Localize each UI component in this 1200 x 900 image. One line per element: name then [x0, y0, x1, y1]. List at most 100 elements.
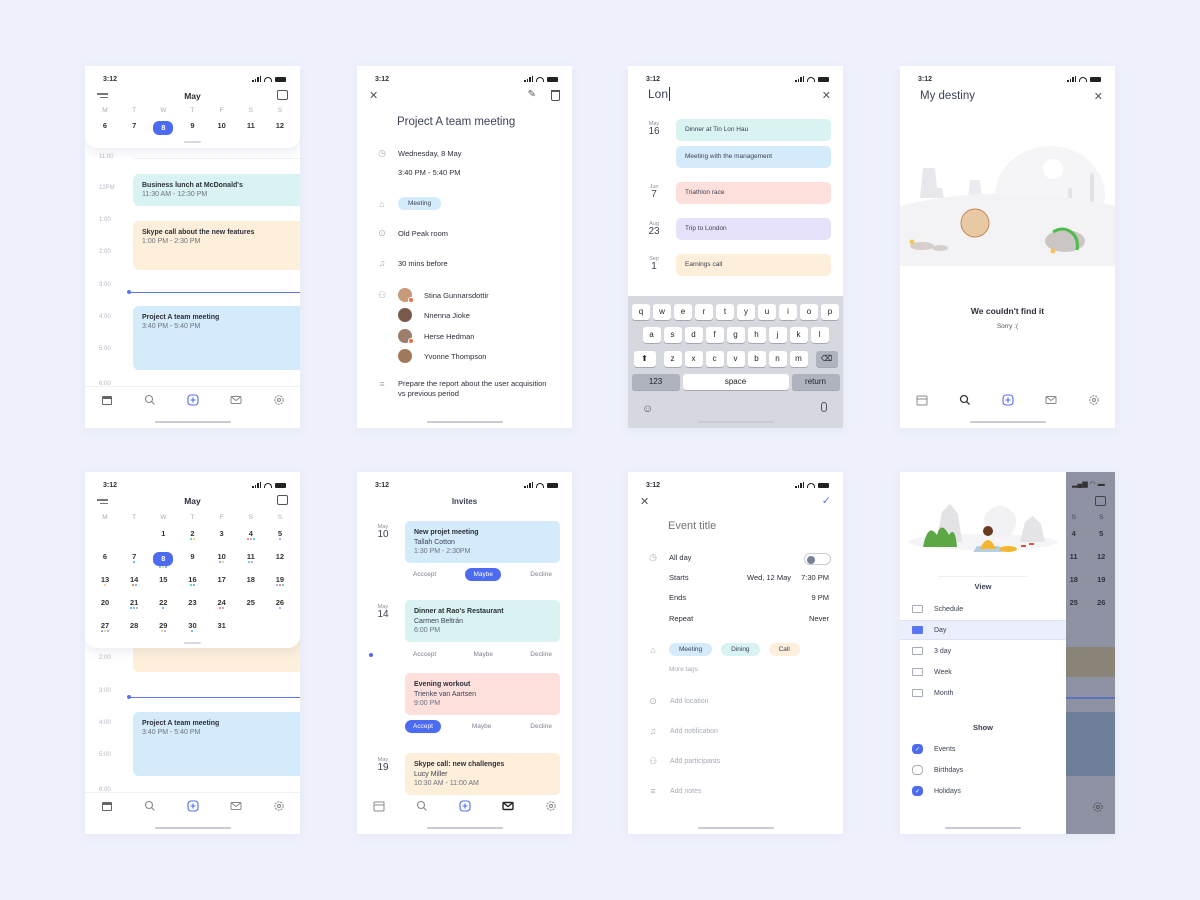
- add-icon[interactable]: [458, 800, 471, 813]
- day-cell[interactable]: 20: [95, 598, 115, 621]
- add-icon[interactable]: [186, 394, 199, 407]
- filter-birthdays[interactable]: Birthdays: [900, 760, 1066, 780]
- view-option-schedule[interactable]: Schedule: [900, 599, 1066, 619]
- key-f[interactable]: f: [705, 327, 724, 343]
- starts-time[interactable]: 7:30 PM: [801, 573, 829, 582]
- day-cell[interactable]: 11: [241, 121, 261, 135]
- day-cell[interactable]: 8: [153, 552, 174, 575]
- event-card[interactable]: Business lunch at McDonald's 11:30 AM - 1…: [133, 174, 300, 206]
- day-cell[interactable]: 10: [212, 552, 232, 575]
- emoji-icon[interactable]: ☺: [642, 403, 653, 415]
- view-option-day[interactable]: Day: [900, 620, 1066, 640]
- mail-icon[interactable]: [229, 800, 242, 813]
- checkbox-checked[interactable]: ✓: [912, 786, 923, 796]
- key-v[interactable]: v: [726, 351, 745, 367]
- add-notification[interactable]: Add notification: [670, 728, 718, 735]
- search-input[interactable]: My destiny: [920, 90, 975, 102]
- search-icon[interactable]: [958, 394, 971, 407]
- calendar-icon[interactable]: [100, 800, 113, 813]
- day-cell[interactable]: 18: [241, 575, 261, 598]
- delete-icon[interactable]: [551, 90, 560, 101]
- key-q[interactable]: q: [632, 304, 650, 320]
- key-m[interactable]: m: [789, 351, 808, 367]
- view-option-month[interactable]: Month: [900, 683, 1066, 703]
- accept-button[interactable]: Accept: [405, 720, 441, 733]
- settings-icon[interactable]: [272, 800, 285, 813]
- key-return[interactable]: return: [791, 374, 840, 390]
- search-icon[interactable]: [143, 800, 156, 813]
- day-cell[interactable]: 22: [153, 598, 173, 621]
- search-result[interactable]: Earnings call: [676, 254, 831, 276]
- day-cell[interactable]: 7: [124, 552, 144, 575]
- today-calendar-icon[interactable]: [277, 90, 288, 100]
- key-p[interactable]: p: [821, 304, 839, 320]
- microphone-icon[interactable]: [821, 402, 827, 412]
- mail-icon[interactable]: [1044, 394, 1057, 407]
- calendar-icon[interactable]: [100, 394, 113, 407]
- dimmed-calendar-backdrop[interactable]: ▂▄▆ ◠ ▬ S S 4 5 11 12 18 19 25 26: [1066, 472, 1115, 834]
- key-i[interactable]: i: [779, 304, 797, 320]
- close-icon[interactable]: ✕: [1094, 90, 1103, 103]
- day-cell[interactable]: 27: [95, 621, 115, 644]
- key-g[interactable]: g: [726, 327, 745, 343]
- calendar-icon[interactable]: [372, 800, 385, 813]
- day-cell[interactable]: 29: [153, 621, 173, 644]
- day-cell[interactable]: 28: [124, 621, 144, 644]
- day-cell[interactable]: 5: [270, 529, 290, 552]
- key-s[interactable]: s: [663, 327, 682, 343]
- settings-icon[interactable]: [1087, 394, 1100, 407]
- tag-chip[interactable]: Dining: [721, 643, 760, 656]
- key-k[interactable]: k: [789, 327, 808, 343]
- search-result[interactable]: Triathlon race: [676, 182, 831, 204]
- day-cell[interactable]: 7: [124, 121, 144, 135]
- add-location[interactable]: Add location: [670, 698, 709, 705]
- key-r[interactable]: r: [695, 304, 713, 320]
- shift-key-icon[interactable]: ⬆: [633, 351, 656, 367]
- add-participants[interactable]: Add participants: [670, 758, 720, 765]
- key-e[interactable]: e: [674, 304, 692, 320]
- key-c[interactable]: c: [705, 351, 724, 367]
- day-cell[interactable]: 1: [153, 529, 173, 552]
- key-h[interactable]: h: [747, 327, 766, 343]
- view-option-week[interactable]: Week: [900, 662, 1066, 682]
- day-cell[interactable]: 4: [241, 529, 261, 552]
- day-cell-selected[interactable]: 8: [153, 121, 174, 135]
- day-cell[interactable]: 6: [95, 552, 115, 575]
- accept-button[interactable]: Acccept: [405, 648, 444, 661]
- mail-icon[interactable]: [229, 394, 242, 407]
- settings-icon[interactable]: [544, 800, 557, 813]
- search-result[interactable]: Meeting with the management: [676, 146, 831, 168]
- accept-button[interactable]: Acccept: [405, 568, 444, 581]
- event-title-input[interactable]: [668, 520, 818, 532]
- day-cell[interactable]: 31: [212, 621, 232, 644]
- key-u[interactable]: u: [758, 304, 776, 320]
- checkbox-unchecked[interactable]: [912, 765, 923, 775]
- add-notes[interactable]: Add notes: [670, 788, 702, 795]
- day-cell[interactable]: 21: [124, 598, 144, 621]
- day-cell[interactable]: 11: [241, 552, 261, 575]
- save-check-icon[interactable]: ✓: [822, 494, 831, 507]
- tag-chip[interactable]: Call: [768, 643, 800, 656]
- invite-card[interactable]: New projet meeting Tallah Cotton 1:30 PM -…: [405, 521, 560, 563]
- day-cell[interactable]: 13: [95, 575, 115, 598]
- filter-events[interactable]: ✓ Events: [900, 739, 1066, 759]
- decline-button[interactable]: Decline: [522, 568, 560, 581]
- decline-button[interactable]: Decline: [522, 648, 560, 661]
- day-cell[interactable]: 19: [270, 575, 290, 598]
- day-cell[interactable]: 12: [270, 121, 290, 135]
- search-input[interactable]: Lon: [648, 87, 671, 101]
- day-cell[interactable]: 15: [153, 575, 173, 598]
- tag-chip[interactable]: Meeting: [398, 197, 442, 210]
- maybe-button[interactable]: Maybe: [464, 720, 500, 733]
- all-day-toggle[interactable]: [804, 553, 831, 565]
- drag-handle[interactable]: [184, 642, 201, 644]
- search-icon[interactable]: [143, 394, 156, 407]
- settings-icon[interactable]: [272, 394, 285, 407]
- key-d[interactable]: d: [684, 327, 703, 343]
- event-card[interactable]: Skype call about the new features 1:00 PM…: [133, 221, 300, 270]
- drag-handle[interactable]: [184, 141, 201, 143]
- day-cell[interactable]: 14: [124, 575, 144, 598]
- day-cell[interactable]: 10: [212, 121, 232, 135]
- key-space[interactable]: space: [682, 374, 789, 390]
- repeat-value[interactable]: Never: [809, 614, 829, 623]
